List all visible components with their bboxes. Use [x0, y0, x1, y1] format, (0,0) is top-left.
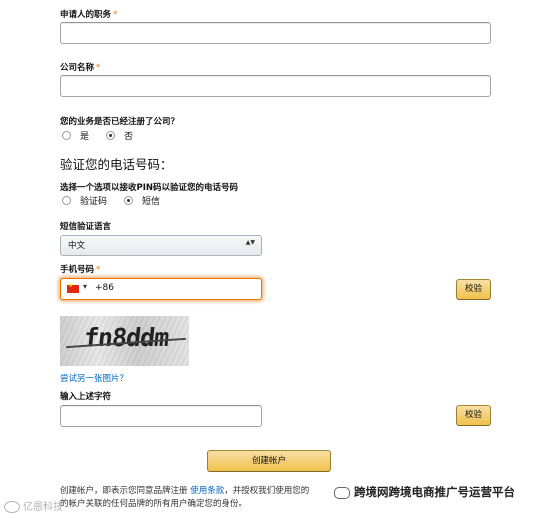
- verify-method-label: 选择一个选项以接收PIN码以验证您的电话号码: [60, 183, 239, 193]
- verify-phone-title: 验证您的电话号码：: [60, 157, 173, 172]
- registered-yes-radio[interactable]: [62, 131, 71, 140]
- captcha-input[interactable]: [60, 405, 262, 427]
- phone-label: 手机号码 *: [60, 263, 100, 275]
- watermark-bottom-right: 跨境网跨境电商推广号运营平台: [334, 484, 552, 502]
- captcha-verify-button[interactable]: 校验: [456, 405, 491, 426]
- terms-suffix: ，并授权我们使用您的: [224, 486, 310, 496]
- country-dropdown-icon[interactable]: ▾: [83, 282, 87, 291]
- company-name-label-text: 公司名称: [60, 63, 95, 73]
- watermark-bottom-right-text: 跨境网跨境电商推广号运营平台: [354, 485, 515, 499]
- captcha-input-label: 输入上述字符: [60, 392, 112, 402]
- terms-line-2: 的帐户关联的任何品牌的所有用户确定您的身份。: [60, 499, 248, 509]
- wechat-icon: [334, 486, 350, 499]
- terms-of-use-link[interactable]: 使用条款: [190, 486, 224, 496]
- captcha-image: fn8ddm: [60, 316, 189, 366]
- method-code-radio[interactable]: [62, 196, 71, 205]
- registered-question-label: 您的业务是否已经注册了公司？: [60, 117, 180, 127]
- registered-yes-label: 是: [80, 132, 90, 142]
- required-mark: *: [96, 63, 101, 73]
- create-account-button[interactable]: 创建帐户: [207, 450, 331, 472]
- method-sms-label: 短信: [142, 197, 161, 207]
- watermark-logo-icon: [4, 501, 20, 513]
- watermark-bottom-left: 亿恩科技: [4, 498, 63, 513]
- phone-input[interactable]: ▾ +86: [60, 278, 262, 300]
- captcha-text: fn8ddm: [82, 323, 170, 352]
- sms-language-value: 中文: [68, 241, 86, 251]
- applicant-title-input[interactable]: [60, 22, 491, 44]
- method-code-label: 验证码: [80, 197, 108, 207]
- required-mark: *: [113, 10, 118, 20]
- phone-verify-button[interactable]: 校验: [456, 279, 491, 300]
- country-code: +86: [95, 283, 114, 293]
- china-flag-icon[interactable]: [67, 282, 79, 293]
- try-another-image-link[interactable]: 尝试另一张图片？: [60, 372, 128, 384]
- terms-line-1: 创建帐户，即表示您同意品牌注册 使用条款，并授权我们使用您的: [60, 484, 309, 496]
- applicant-title-label-text: 申请人的职务: [60, 10, 112, 20]
- company-name-input[interactable]: [60, 75, 491, 97]
- sms-language-label: 短信验证语言: [60, 222, 112, 232]
- watermark-bottom-left-text: 亿恩科技: [23, 502, 63, 513]
- phone-label-text: 手机号码: [60, 265, 95, 275]
- sms-language-select[interactable]: 中文 ▲▼: [60, 235, 262, 256]
- company-name-label: 公司名称 *: [60, 61, 100, 73]
- registered-no-radio[interactable]: [106, 131, 115, 140]
- required-mark: *: [96, 265, 101, 275]
- select-arrows-icon: ▲▼: [245, 239, 255, 246]
- method-sms-radio[interactable]: [124, 196, 133, 205]
- applicant-title-label: 申请人的职务 *: [60, 8, 117, 20]
- registered-no-label: 否: [124, 132, 134, 142]
- terms-prefix: 创建帐户，即表示您同意品牌注册: [60, 486, 188, 496]
